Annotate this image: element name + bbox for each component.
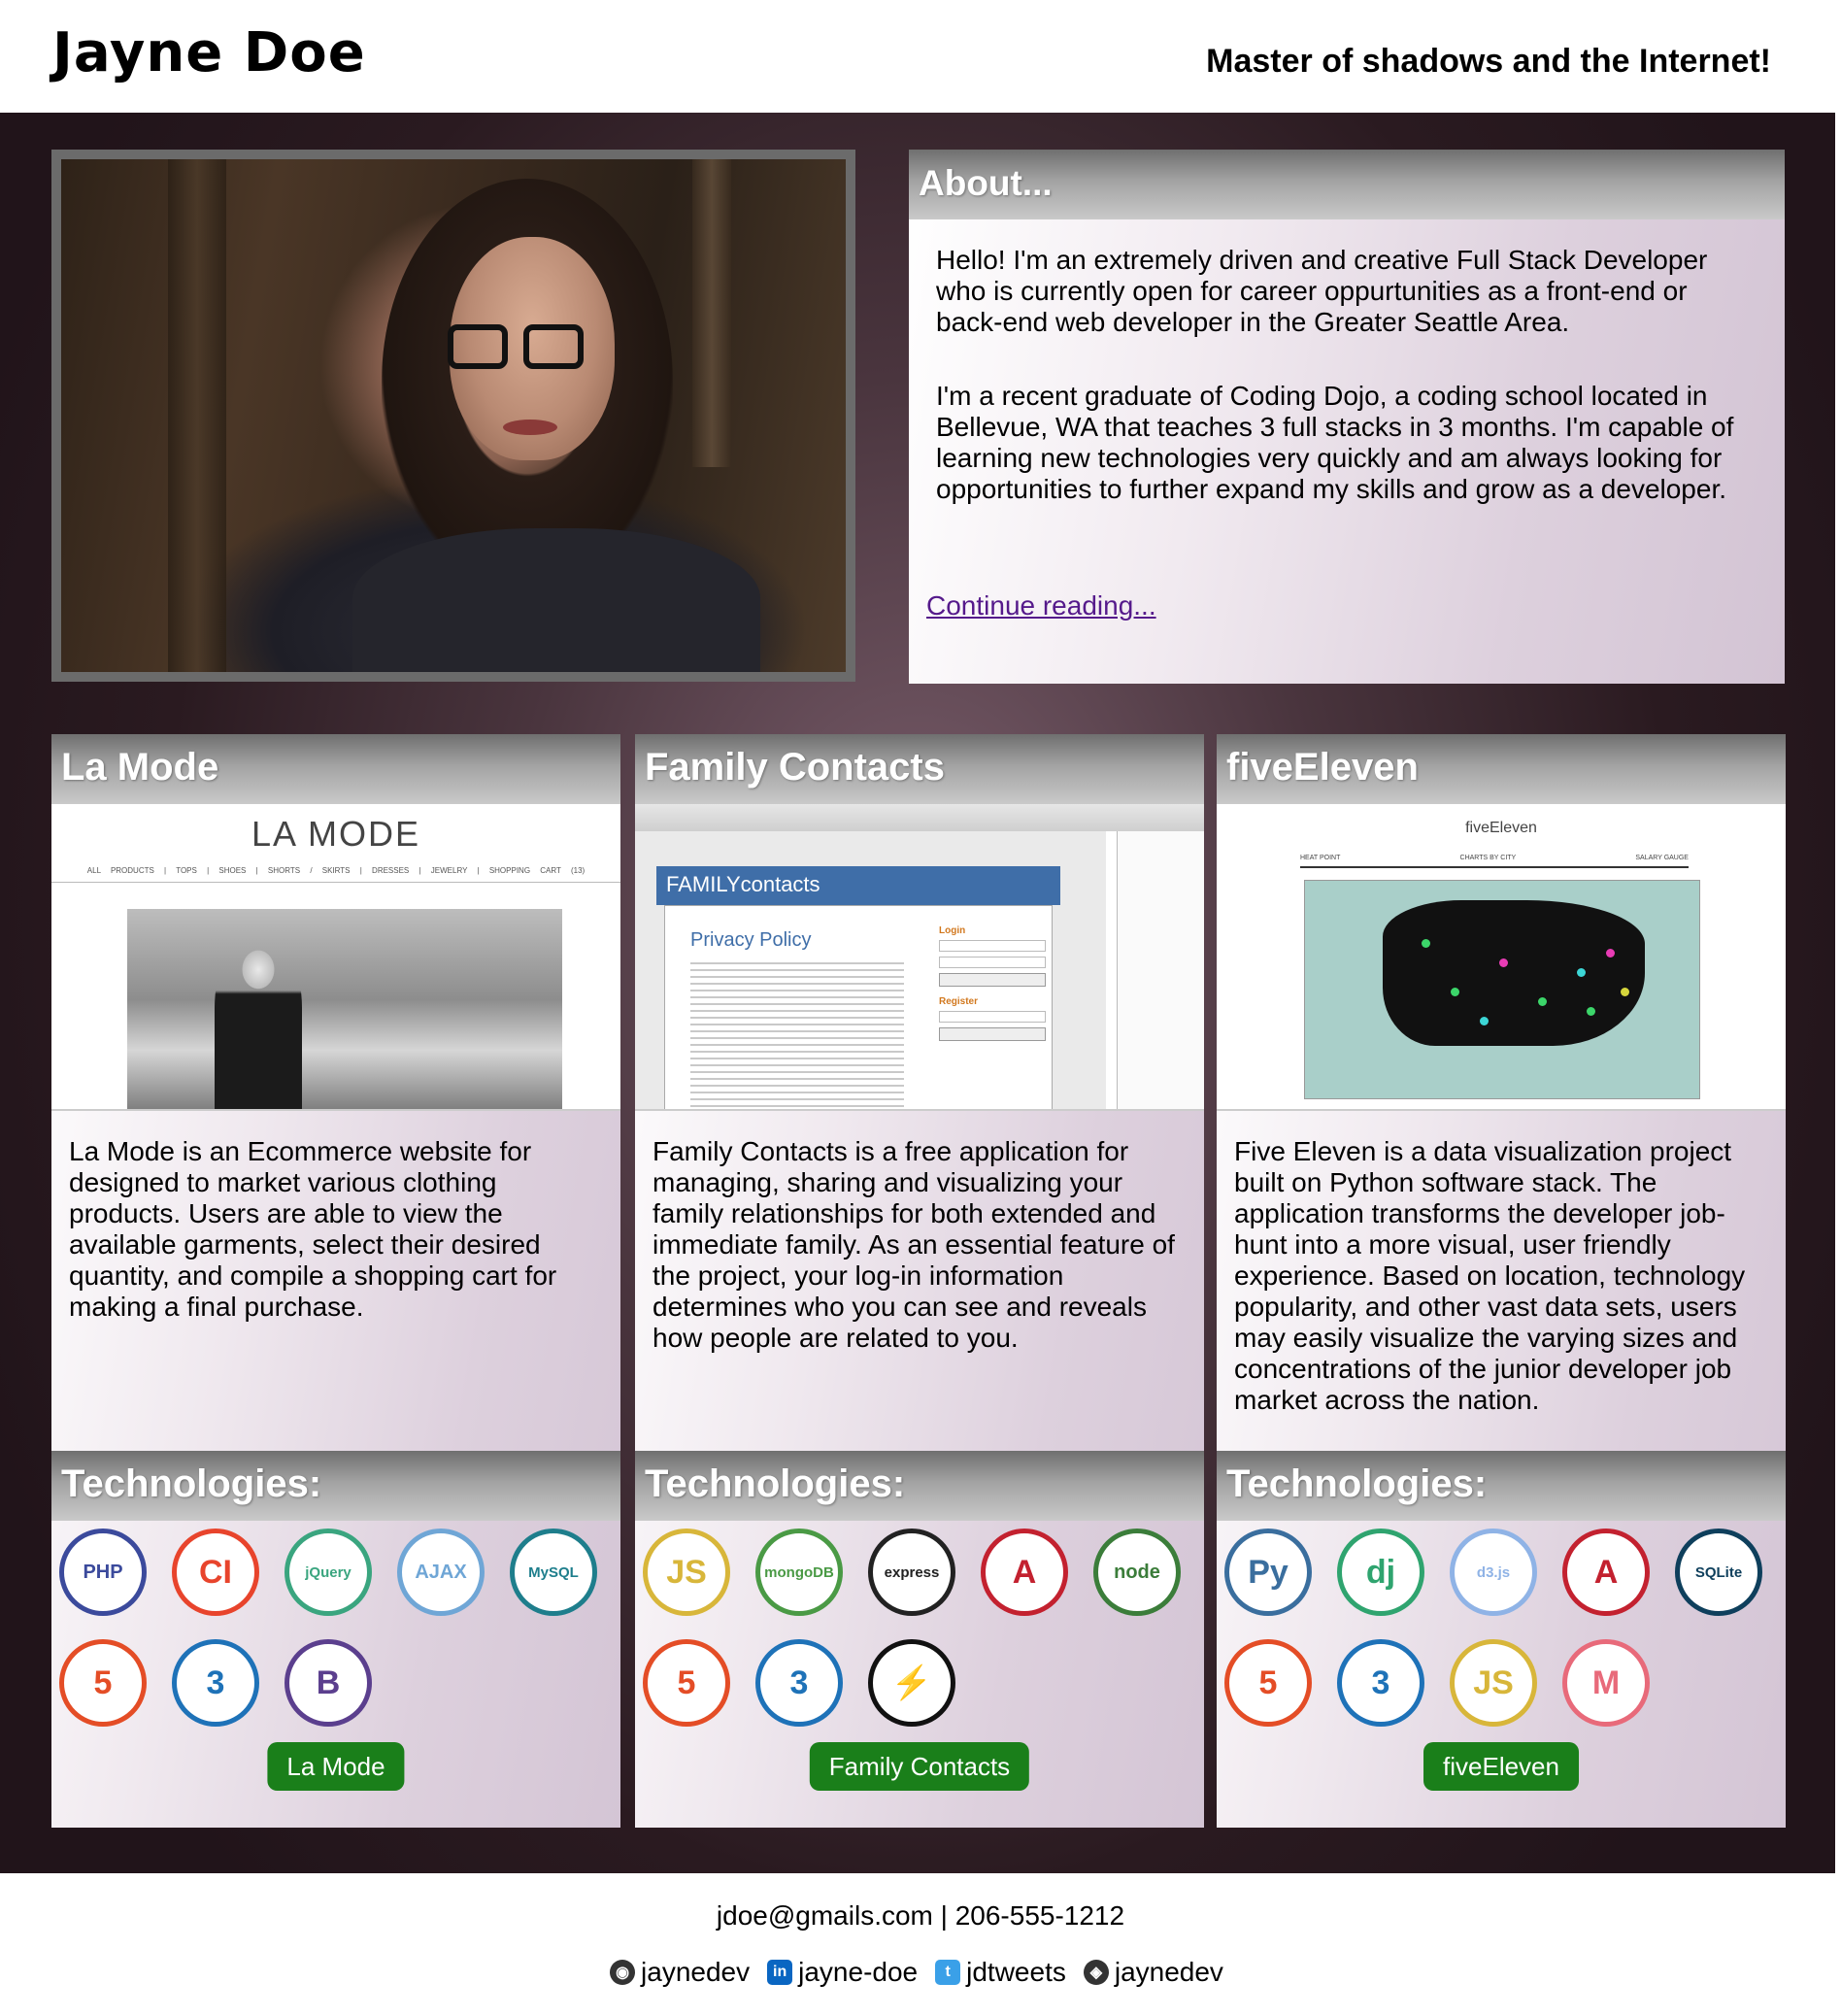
project-screenshot-family-contacts[interactable]: FAMILYcontacts Privacy Policy Login Regi…: [635, 804, 1204, 1111]
project-card-family-contacts: Family Contacts FAMILYcontacts Privacy P…: [635, 734, 1204, 1828]
linkedin-link[interactable]: in jayne-doe: [767, 1957, 918, 1988]
css3-icon: 3: [755, 1639, 843, 1727]
sqlite-icon: SQLite: [1675, 1529, 1762, 1616]
project-description: Five Eleven is a data visualization proj…: [1234, 1136, 1746, 1415]
twitter-icon: t: [935, 1960, 961, 1985]
django-icon: dj: [1337, 1529, 1424, 1616]
express-icon: express: [868, 1529, 955, 1616]
social-label: jaynedev: [1114, 1957, 1223, 1987]
site-footer: jdoe@gmails.com | 206-555-1212 ◉ jaynedev…: [0, 1873, 1841, 2016]
site-tagline: Master of shadows and the Internet!: [1206, 43, 1771, 80]
nodejs-icon: node: [1093, 1529, 1181, 1616]
about-panel: About... Hello! I'm an extremely driven …: [909, 150, 1785, 684]
continue-reading-link[interactable]: Continue reading...: [926, 590, 1156, 622]
profile-photo-frame: [51, 150, 855, 682]
screenshot-title: fiveEleven: [1465, 820, 1537, 836]
project-title: La Mode: [51, 734, 620, 804]
screenshot-banner: FAMILYcontacts: [656, 866, 1060, 905]
technology-icons: JS mongoDB express Anode 5 3 ⚡: [635, 1521, 1204, 1754]
devtools-panel: [1117, 831, 1204, 1109]
html5-icon: 5: [1224, 1639, 1312, 1727]
html5-icon: 5: [59, 1639, 147, 1727]
mongodb-icon: mongoDB: [755, 1529, 843, 1616]
twitter-link[interactable]: t jdtweets: [935, 1957, 1066, 1988]
technologies-heading: Technologies:: [51, 1451, 620, 1521]
d3js-icon: d3.js: [1450, 1529, 1537, 1616]
project-card-five-eleven: fiveEleven fiveEleven HEAT POINT CHARTS …: [1217, 734, 1786, 1828]
technology-icons: PHP CI jQuery AJAX MySQL 5 3 B: [51, 1521, 620, 1754]
mysql-icon: MySQL: [510, 1529, 597, 1616]
github-link[interactable]: ◉ jaynedev: [610, 1957, 750, 1988]
technology-icons: Py dj d3.js A SQLite 5 3 JS M: [1217, 1521, 1786, 1754]
screenshot-nav: ALL PRODUCTS | TOPS | SHOES | SHORTS / S…: [86, 866, 586, 875]
codepen-icon: ◈: [1083, 1960, 1109, 1985]
project-description: Family Contacts is a free application fo…: [653, 1136, 1175, 1353]
screenshot-model-photo: [127, 909, 562, 1109]
angular-icon: A: [1562, 1529, 1650, 1616]
ajax-icon: AJAX: [397, 1529, 485, 1616]
project-title: Family Contacts: [635, 734, 1204, 804]
python-icon: Py: [1224, 1529, 1312, 1616]
php-icon: PHP: [59, 1529, 147, 1616]
project-card-la-mode: La Mode LA MODE ALL PRODUCTS | TOPS | SH…: [51, 734, 620, 1828]
about-paragraph-2: I'm a recent graduate of Coding Dojo, a …: [936, 381, 1734, 504]
screenshot-register-label: Register: [939, 996, 979, 1007]
screenshot-tab: HEAT POINT: [1300, 855, 1341, 861]
jquery-icon: jQuery: [285, 1529, 372, 1616]
screenshot-page-title: Privacy Policy: [690, 929, 812, 951]
technologies-heading: Technologies:: [635, 1451, 1204, 1521]
project-description: La Mode is an Ecommerce website for desi…: [69, 1136, 557, 1322]
screenshot-tabs: HEAT POINT CHARTS BY CITY SALARY GAUGE: [1300, 855, 1689, 868]
technologies-heading: Technologies:: [1217, 1451, 1786, 1521]
screenshot-map: [1304, 880, 1700, 1099]
social-links: ◉ jaynedev in jayne-doe t jdtweets ◈ jaynedev: [0, 1957, 1841, 1988]
project-title: fiveEleven: [1217, 734, 1786, 804]
css3-icon: 3: [1337, 1639, 1424, 1727]
github-icon: ◉: [610, 1960, 636, 1985]
main-content: About... Hello! I'm an extremely driven …: [0, 113, 1835, 1873]
screenshot-logo: LA MODE: [251, 814, 421, 854]
css3-icon: 3: [172, 1639, 259, 1727]
social-label: jdtweets: [966, 1957, 1066, 1987]
javascript-icon: JS: [643, 1529, 730, 1616]
html5-icon: 5: [643, 1639, 730, 1727]
about-paragraph-1: Hello! I'm an extremely driven and creat…: [936, 245, 1708, 337]
project-screenshot-la-mode[interactable]: LA MODE ALL PRODUCTS | TOPS | SHOES | SH…: [51, 804, 620, 1111]
site-header: Jayne Doe Master of shadows and the Inte…: [0, 0, 1841, 113]
codepen-link[interactable]: ◈ jaynedev: [1083, 1957, 1223, 1988]
materialize-icon: M: [1562, 1639, 1650, 1727]
codeigniter-icon: CI: [172, 1529, 259, 1616]
browser-chrome: [635, 804, 1204, 831]
about-heading: About...: [909, 150, 1785, 219]
profile-photo: [61, 159, 846, 672]
bootstrap-icon: B: [285, 1639, 372, 1727]
la-mode-button[interactable]: La Mode: [267, 1742, 405, 1791]
family-contacts-button[interactable]: Family Contacts: [809, 1742, 1030, 1791]
screenshot-tab: CHARTS BY CITY: [1459, 855, 1517, 861]
javascript-icon: JS: [1450, 1639, 1537, 1727]
social-label: jaynedev: [641, 1957, 751, 1987]
angular-icon: A: [981, 1529, 1068, 1616]
screenshot-login-label: Login: [939, 925, 966, 936]
site-name: Jayne Doe: [52, 21, 366, 84]
five-eleven-button[interactable]: fiveEleven: [1423, 1742, 1579, 1791]
screenshot-tab: SALARY GAUGE: [1635, 855, 1689, 861]
socketio-icon: ⚡: [868, 1639, 955, 1727]
social-label: jayne-doe: [798, 1957, 919, 1987]
contact-info: jdoe@gmails.com | 206-555-1212: [716, 1900, 1125, 1931]
project-screenshot-five-eleven[interactable]: fiveEleven HEAT POINT CHARTS BY CITY SAL…: [1217, 804, 1786, 1111]
linkedin-icon: in: [767, 1960, 793, 1985]
